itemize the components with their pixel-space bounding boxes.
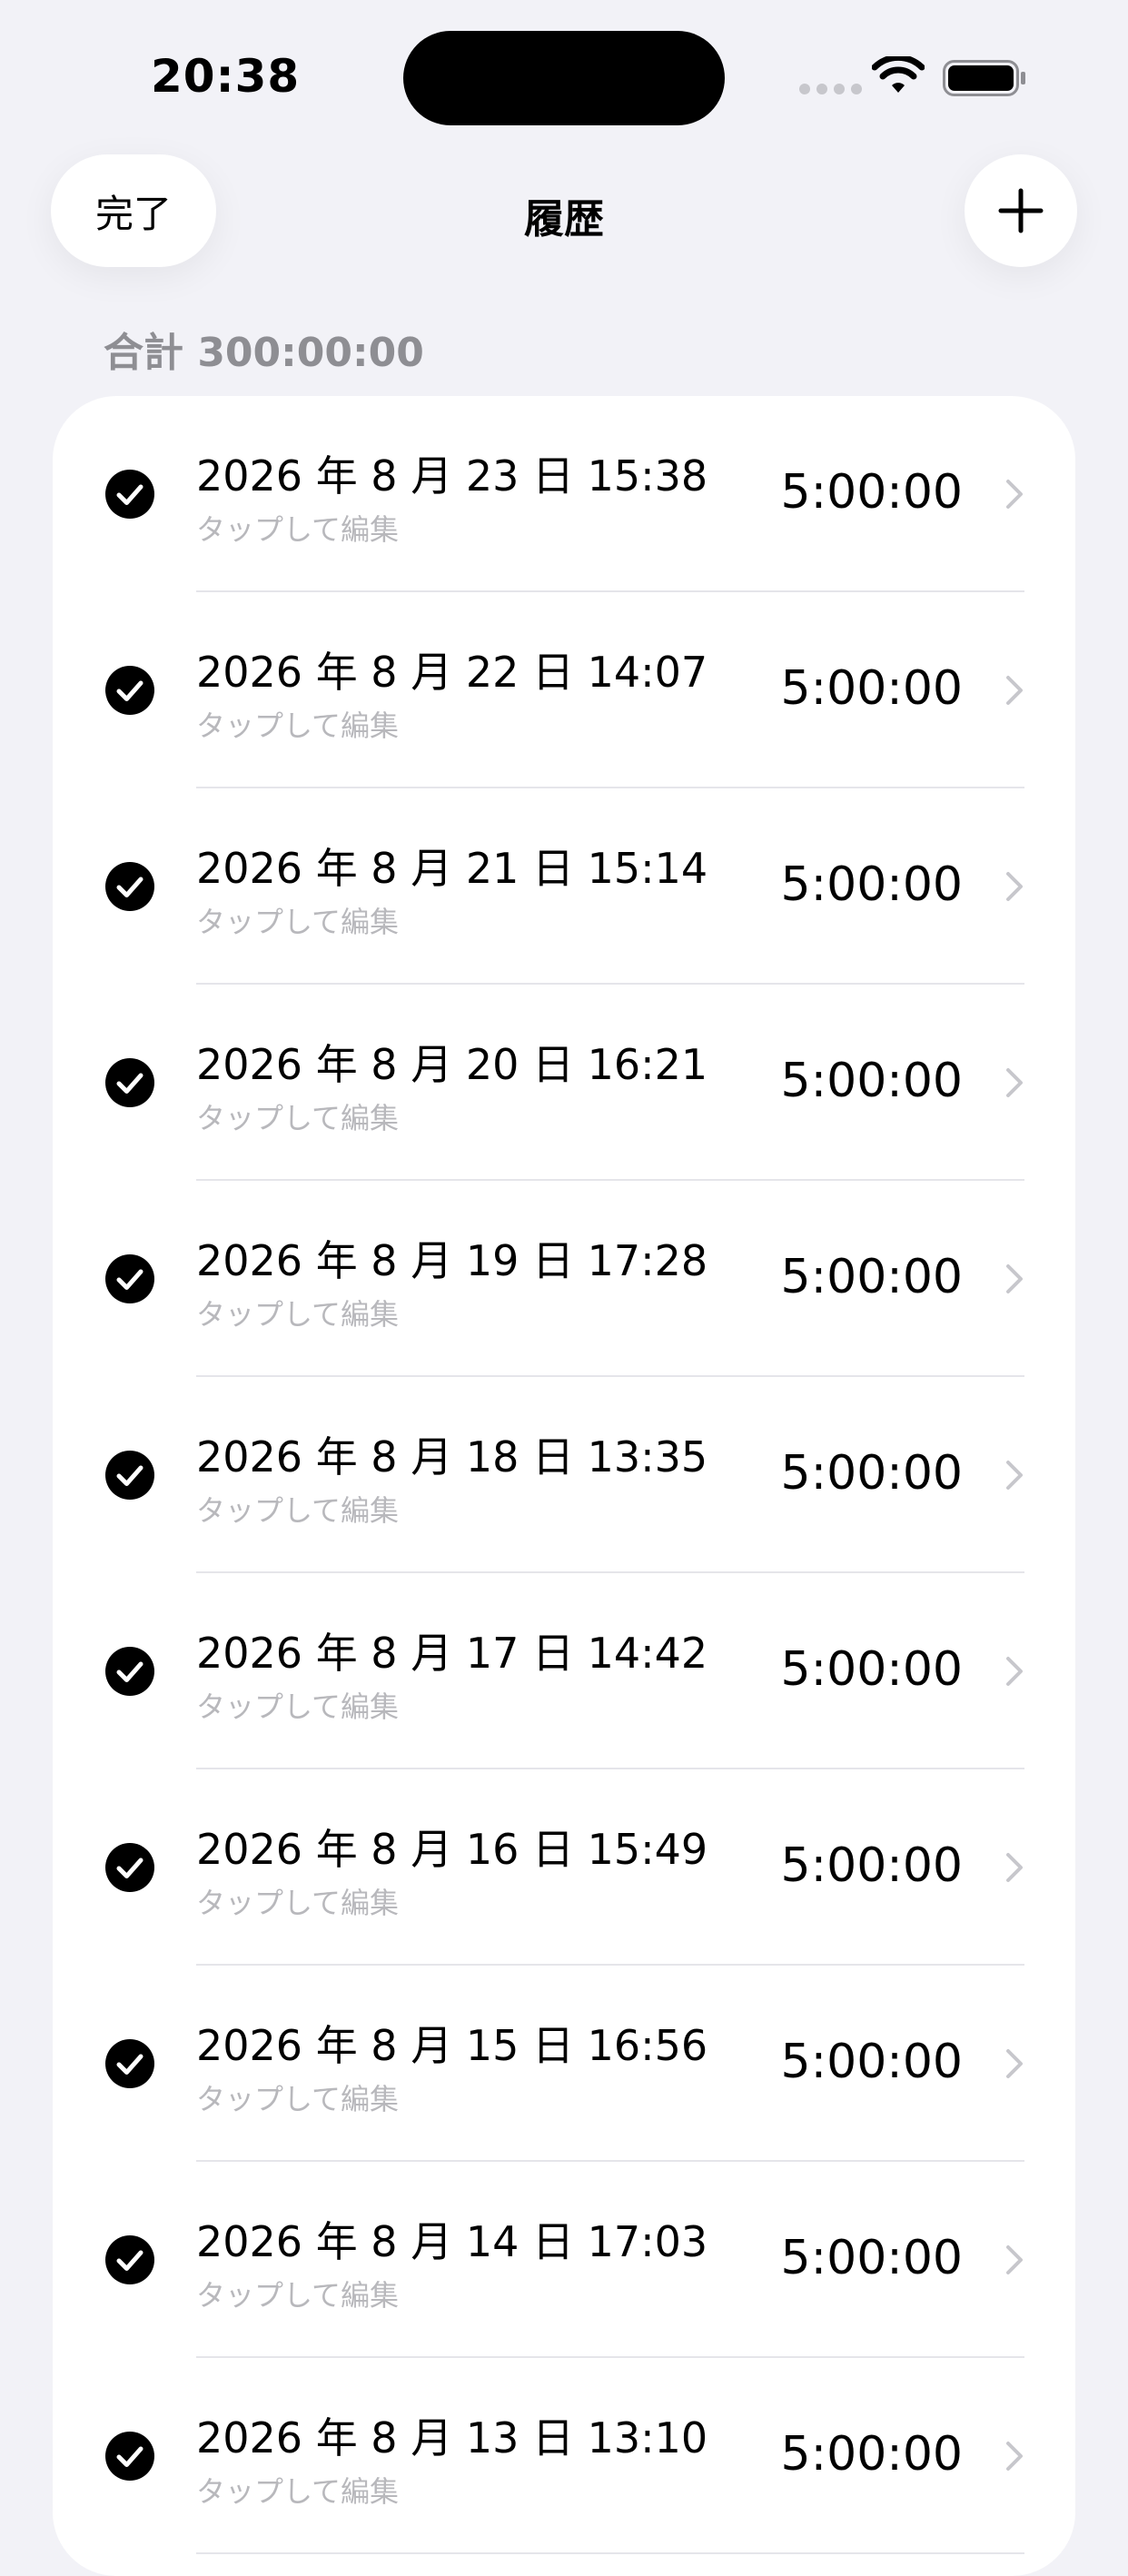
history-row-date: 2026 年 8 月 17 日 14:42 <box>196 1629 708 1678</box>
history-row[interactable]: 2026 年 8 月 16 日 15:49 タップして編集 5:00:00 <box>53 1769 1075 1966</box>
history-row-duration: 5:00:00 <box>780 1642 963 1697</box>
history-row[interactable]: 2026 年 8 月 15 日 16:56 タップして編集 5:00:00 <box>53 1966 1075 2162</box>
history-row-date: 2026 年 8 月 15 日 16:56 <box>196 2021 708 2070</box>
history-row-duration: 5:00:00 <box>780 1838 963 1893</box>
checkmark-circle-icon <box>105 470 154 519</box>
history-row-date: 2026 年 8 月 22 日 14:07 <box>196 648 708 697</box>
checkmark-circle-icon <box>105 1843 154 1892</box>
checkmark-circle-icon <box>105 1058 154 1107</box>
chevron-right-icon <box>1006 872 1023 901</box>
checkmark-circle-icon <box>105 2432 154 2481</box>
history-row[interactable]: 2026 年 8 月 22 日 14:07 タップして編集 5:00:00 <box>53 592 1075 788</box>
history-row-duration: 5:00:00 <box>780 465 963 520</box>
history-row-duration: 5:00:00 <box>780 2427 963 2482</box>
page-title: 履歴 <box>524 196 604 243</box>
chevron-right-icon <box>1006 2049 1023 2078</box>
status-bar: 20:38 <box>0 0 1128 136</box>
checkmark-circle-icon <box>105 862 154 911</box>
history-row[interactable]: 2026 年 8 月 17 日 14:42 タップして編集 5:00:00 <box>53 1573 1075 1769</box>
history-row-hint: タップして編集 <box>196 1297 400 1332</box>
history-row-hint: タップして編集 <box>196 1493 400 1528</box>
plus-icon <box>998 188 1044 233</box>
history-row-hint: タップして編集 <box>196 2082 400 2116</box>
history-row-date: 2026 年 8 月 14 日 17:03 <box>196 2217 708 2266</box>
history-row-duration: 5:00:00 <box>780 2035 963 2089</box>
dynamic-island <box>403 31 725 125</box>
history-row-hint: タップして編集 <box>196 1101 400 1135</box>
history-list: 2026 年 8 月 23 日 15:38 タップして編集 5:00:00 20… <box>53 396 1075 2576</box>
checkmark-circle-icon <box>105 2039 154 2088</box>
chevron-right-icon <box>1006 1853 1023 1882</box>
history-row-hint: タップして編集 <box>196 2278 400 2313</box>
chevron-right-icon <box>1006 1461 1023 1490</box>
history-row[interactable]: 2026 年 8 月 18 日 13:35 タップして編集 5:00:00 <box>53 1377 1075 1573</box>
checkmark-circle-icon <box>105 1451 154 1500</box>
chevron-right-icon <box>1006 1068 1023 1097</box>
history-row-date: 2026 年 8 月 21 日 15:14 <box>196 844 708 893</box>
chevron-right-icon <box>1006 480 1023 509</box>
history-row-date: 2026 年 8 月 13 日 13:10 <box>196 2413 708 2462</box>
history-row[interactable]: 2026 年 8 月 14 日 17:03 タップして編集 5:00:00 <box>53 2162 1075 2358</box>
history-row-duration: 5:00:00 <box>780 1054 963 1108</box>
chevron-right-icon <box>1006 676 1023 705</box>
chevron-right-icon <box>1006 1264 1023 1293</box>
cellular-signal-icon <box>799 84 862 94</box>
total-duration-header: 合計 300:00:00 <box>104 330 424 376</box>
history-row-duration: 5:00:00 <box>780 857 963 912</box>
history-row-date: 2026 年 8 月 16 日 15:49 <box>196 1825 708 1874</box>
history-row[interactable]: 2026 年 8 月 13 日 13:10 タップして編集 5:00:00 <box>53 2358 1075 2554</box>
chevron-right-icon <box>1006 1657 1023 1686</box>
history-row[interactable]: 2026 年 8 月 20 日 16:21 タップして編集 5:00:00 <box>53 985 1075 1181</box>
history-row-hint: タップして編集 <box>196 708 400 743</box>
chevron-right-icon <box>1006 2245 1023 2274</box>
history-row-duration: 5:00:00 <box>780 1446 963 1501</box>
row-divider <box>196 2552 1024 2554</box>
checkmark-circle-icon <box>105 666 154 715</box>
history-row-date: 2026 年 8 月 18 日 13:35 <box>196 1432 708 1481</box>
status-time: 20:38 <box>151 50 301 103</box>
history-row-date: 2026 年 8 月 23 日 15:38 <box>196 451 708 500</box>
history-row-hint: タップして編集 <box>196 905 400 939</box>
checkmark-circle-icon <box>105 2235 154 2284</box>
history-row-date: 2026 年 8 月 19 日 17:28 <box>196 1236 708 1285</box>
history-row[interactable]: 2026 年 8 月 23 日 15:38 タップして編集 5:00:00 <box>53 396 1075 592</box>
checkmark-circle-icon <box>105 1647 154 1696</box>
history-row-duration: 5:00:00 <box>780 661 963 716</box>
history-row-hint: タップして編集 <box>196 1886 400 1920</box>
chevron-right-icon <box>1006 2442 1023 2471</box>
add-button[interactable] <box>965 154 1077 267</box>
history-row[interactable]: 2026 年 8 月 21 日 15:14 タップして編集 5:00:00 <box>53 788 1075 985</box>
history-row[interactable]: 2026 年 8 月 19 日 17:28 タップして編集 5:00:00 <box>53 1181 1075 1377</box>
history-row-hint: タップして編集 <box>196 2474 400 2509</box>
battery-icon <box>943 60 1025 96</box>
history-row-duration: 5:00:00 <box>780 1250 963 1304</box>
checkmark-circle-icon <box>105 1254 154 1303</box>
history-row-duration: 5:00:00 <box>780 2231 963 2285</box>
wifi-icon <box>872 56 925 93</box>
history-row-hint: タップして編集 <box>196 512 400 547</box>
history-row-hint: タップして編集 <box>196 1689 400 1724</box>
history-row-date: 2026 年 8 月 20 日 16:21 <box>196 1040 708 1089</box>
